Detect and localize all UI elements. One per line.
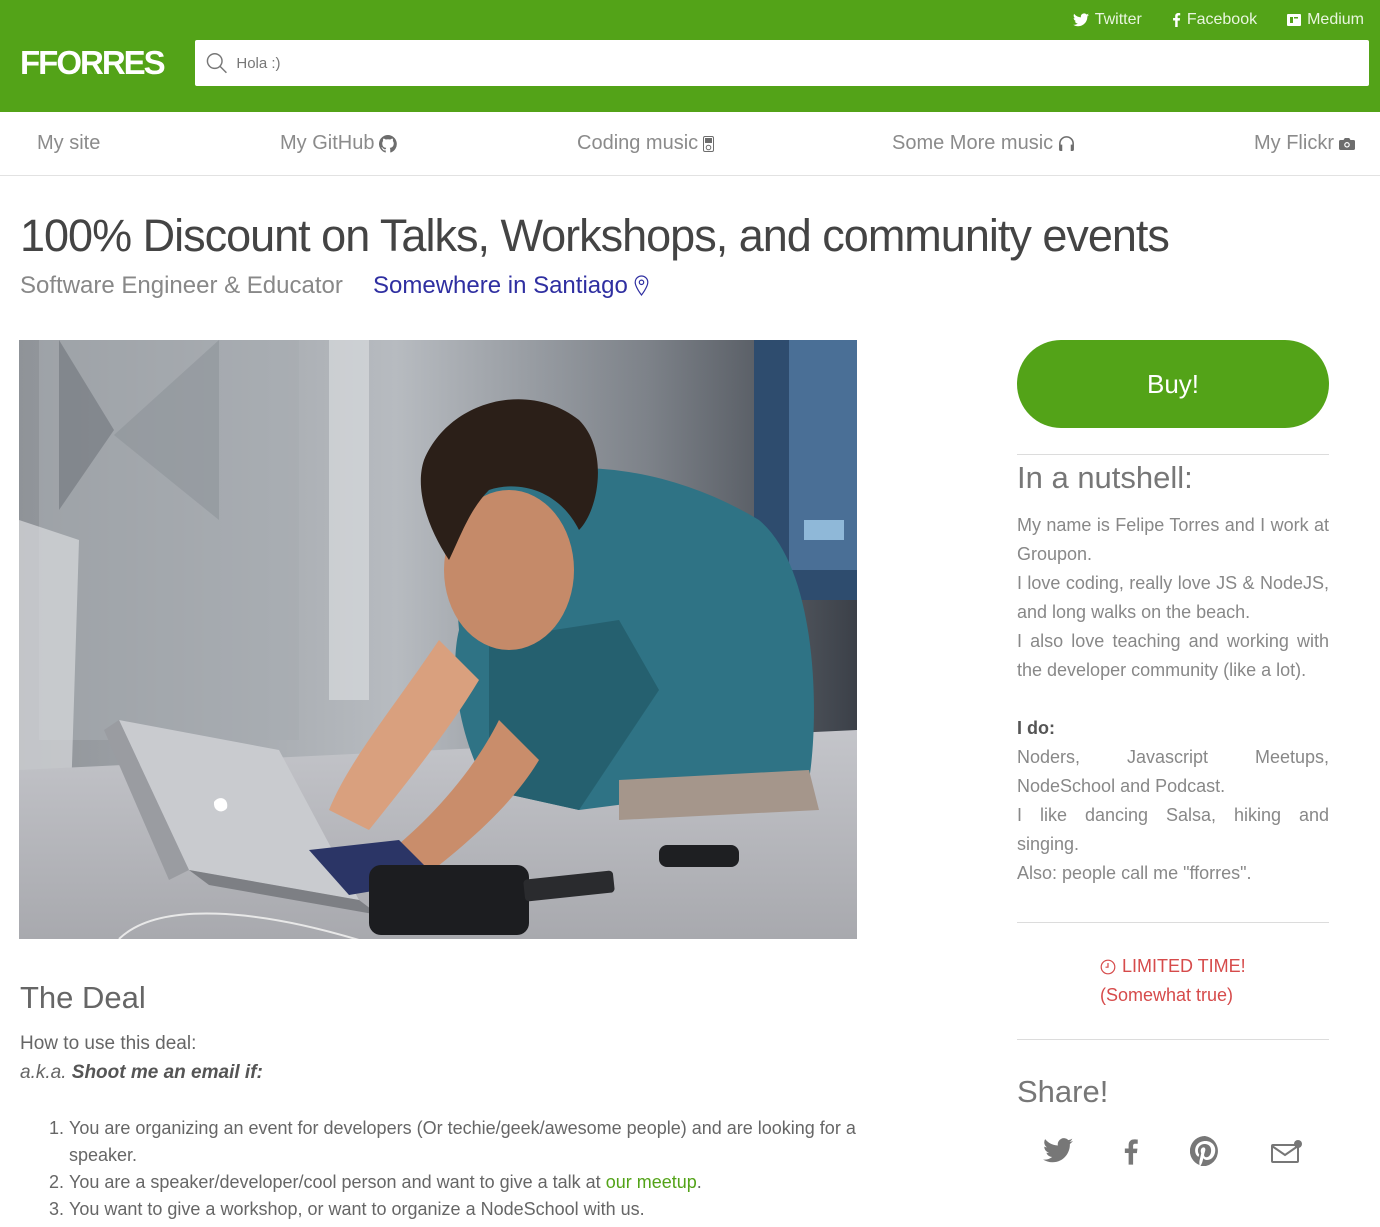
about-text: My name is Felipe Torres and I work at G… (1017, 511, 1329, 888)
camera-icon (1338, 138, 1355, 150)
share-pinterest-button[interactable] (1189, 1135, 1220, 1171)
share-heading: Share! (1017, 1074, 1109, 1109)
ido-paragraph: Also: people call me "fforres". (1017, 863, 1252, 883)
list-item-text: You want to give a workshop, or want to … (69, 1199, 645, 1219)
share-email-button[interactable] (1271, 1139, 1303, 1168)
deal-heading: The Deal (20, 980, 146, 1015)
nav-item-my-site[interactable]: My site (37, 132, 100, 155)
nav-item-more-music[interactable]: Some More music (892, 132, 1075, 155)
deal-aka-bold: Shoot me an email if: (71, 1062, 263, 1083)
nutshell-heading: In a nutshell: (1017, 460, 1193, 495)
deal-list: 1. You are organizing an event for devel… (49, 1115, 869, 1223)
share-buttons (1040, 1134, 1310, 1174)
about-paragraph: My name is Felipe Torres and I work at G… (1017, 515, 1329, 564)
nav-item-label: My Flickr (1254, 132, 1334, 154)
limited-time-subtext: (Somewhat true) (1100, 985, 1234, 1005)
nav-item-coding-music[interactable]: Coding music (577, 132, 715, 155)
medium-link[interactable]: Medium (1287, 11, 1364, 29)
ido-paragraph: I like dancing Salsa, hiking and singing… (1017, 805, 1329, 854)
twitter-link[interactable]: Twitter (1072, 11, 1142, 29)
hero-photo (19, 340, 857, 939)
list-item-number: 2. (49, 1172, 65, 1192)
search-bar (195, 40, 1369, 86)
share-facebook-button[interactable] (1124, 1139, 1138, 1170)
list-item-text: You are a speaker/developer/cool person … (69, 1172, 606, 1192)
list-item: 2. You are a speaker/developer/cool pers… (49, 1169, 869, 1196)
email-icon (1271, 1140, 1302, 1163)
nav-item-label: Some More music (892, 132, 1054, 154)
facebook-link[interactable]: Facebook (1172, 11, 1257, 29)
nav-item-flickr[interactable]: My Flickr (1254, 132, 1355, 155)
facebook-icon (1124, 1139, 1138, 1165)
headphones-icon (1059, 136, 1075, 151)
nav-item-label: My site (37, 132, 101, 154)
list-item-text: You are organizing an event for develope… (69, 1118, 856, 1165)
nav-item-github[interactable]: My GitHub (280, 132, 398, 155)
page-subtitle: Software Engineer & Educator (20, 272, 343, 299)
about-paragraph: I love coding, really love JS & NodeJS, … (1017, 573, 1329, 622)
buy-button[interactable]: Buy! (1017, 340, 1329, 428)
about-paragraph: I also love teaching and working with th… (1017, 631, 1329, 680)
page-title: 100% Discount on Talks, Workshops, and c… (20, 210, 1170, 261)
map-pin-icon (634, 275, 649, 296)
divider (1017, 454, 1329, 455)
limited-time-label: LIMITED TIME! (1122, 956, 1246, 976)
music-player-icon (703, 135, 715, 152)
deal-howto: How to use this deal: (20, 1033, 197, 1054)
main-nav: My site My GitHub Coding music Some More… (0, 112, 1380, 176)
twitter-icon (1072, 13, 1089, 27)
deal-aka: a.k.a. Shoot me an email if: (20, 1062, 263, 1084)
facebook-icon (1172, 13, 1181, 27)
clock-icon (1100, 959, 1116, 974)
medium-icon (1287, 14, 1302, 26)
limited-time-notice: LIMITED TIME! (Somewhat true) (1100, 952, 1246, 1010)
top-header: Twitter Facebook Medium FFORRES (0, 0, 1380, 112)
divider (1017, 1039, 1329, 1040)
nav-item-label: My GitHub (280, 132, 375, 154)
ido-paragraph: Noders, Javascript Meetups, NodeSchool a… (1017, 747, 1329, 796)
divider (1017, 922, 1329, 923)
search-icon (206, 53, 227, 74)
list-item: 1. You are organizing an event for devel… (49, 1115, 869, 1169)
search-input[interactable] (236, 54, 1369, 72)
list-item-number: 3. (49, 1199, 65, 1219)
pinterest-icon (1189, 1135, 1218, 1167)
social-links: Twitter Facebook Medium (1072, 11, 1364, 29)
deal-aka-prefix: a.k.a. (20, 1062, 67, 1083)
list-item: 3. You want to give a workshop, or want … (49, 1196, 869, 1223)
list-item-suffix: . (696, 1172, 702, 1192)
location-link[interactable]: Somewhere in Santiago (373, 272, 649, 300)
medium-link-label: Medium (1307, 11, 1364, 28)
list-item-number: 1. (49, 1118, 65, 1138)
ido-heading: I do: (1017, 718, 1055, 738)
site-logo[interactable]: FFORRES (20, 44, 166, 82)
meetup-link[interactable]: our meetup (606, 1172, 697, 1192)
location-label: Somewhere in Santiago (373, 272, 628, 299)
github-icon (379, 134, 398, 153)
twitter-link-label: Twitter (1094, 11, 1142, 28)
facebook-link-label: Facebook (1186, 11, 1258, 28)
share-twitter-button[interactable] (1043, 1138, 1073, 1168)
nav-item-label: Coding music (577, 132, 699, 154)
twitter-icon (1043, 1138, 1073, 1163)
